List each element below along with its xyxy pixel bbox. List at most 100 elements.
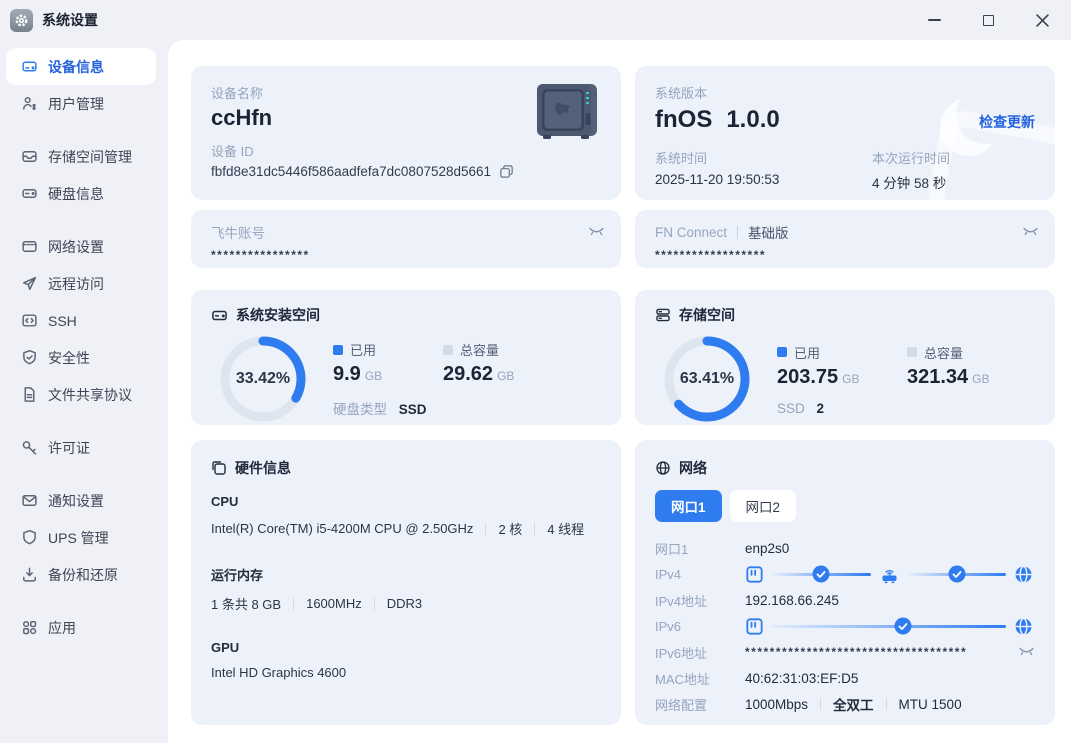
nas-node-icon [745,565,764,584]
window-controls [921,7,1059,33]
ssd-count-value: 2 [817,401,825,416]
copy-device-id-button[interactable] [499,164,514,179]
sidebar-item-user-management[interactable]: 用户管理 [6,85,156,122]
sidebar-item-label: 硬盘信息 [48,184,104,204]
used-legend-swatch [777,347,787,357]
sidebar-item-storage-management[interactable]: 存储空间管理 [6,138,156,175]
sidebar-item-label: 远程访问 [48,274,104,294]
storage-space-icon [655,307,671,323]
gpu-model: Intel HD Graphics 4600 [211,665,346,680]
internet-globe-icon [1014,565,1033,584]
sidebar-item-label: UPS 管理 [48,528,109,548]
maximize-button[interactable] [975,7,1001,33]
window-title: 系统设置 [42,10,98,30]
storage-space-title: 存储空间 [679,305,735,325]
cpu-model: Intel(R) Core(TM) i5-4200M CPU @ 2.50GHz [211,521,473,536]
minimize-button[interactable] [921,7,947,33]
backup-download-icon [21,566,38,583]
system-time-label: 系统时间 [655,148,872,167]
file-sharing-icon [21,386,38,403]
sidebar-item-notification-settings[interactable]: 通知设置 [6,482,156,519]
tab-port-2[interactable]: 网口2 [730,490,797,522]
cpu-threads: 4 线程 [547,519,584,538]
sidebar-item-label: 通知设置 [48,491,104,511]
network-globe-icon [655,460,671,476]
nas-device-illustration [531,80,603,149]
hardware-info-icon [211,460,227,476]
used-label: 已用 [794,343,820,362]
used-value: 9.9 [333,363,361,385]
sidebar-item-label: SSH [48,313,77,329]
nas-node-icon [745,617,764,636]
router-icon [879,564,900,584]
feiniu-account-masked-value: **************** [211,248,605,262]
tab-port-1[interactable]: 网口1 [655,490,722,522]
duplex-mode: 全双工 [833,694,874,714]
sidebar-item-file-sharing[interactable]: 文件共享协议 [6,376,156,413]
used-unit: GB [365,369,382,383]
fn-connect-label: FN Connect [655,225,727,240]
ups-shield-icon [21,529,38,546]
connection-check-icon [813,566,830,583]
gpu-section: GPU Intel HD Graphics 4600 [211,640,601,680]
divider [737,226,738,239]
ssd-count-label: SSD [777,401,805,416]
memory-speed: 1600MHz [306,596,362,611]
sidebar-item-network-settings[interactable]: 网络设置 [6,228,156,265]
eye-closed-icon[interactable] [1018,646,1035,658]
fn-connect-card: FN Connect 基础版 ****************** [635,210,1055,268]
ipv4-label: IPv4 [655,567,745,582]
system-time-value: 2025-11-20 19:50:53 [655,172,872,187]
used-legend-swatch [333,345,343,355]
uptime-value: 4 分钟 58 秒 [872,172,950,192]
ipv6-address-masked-value: ************************************ [745,645,967,659]
system-version-card: 系统版本 fnOS 1.0.0 检查更新 系统时间 2025-11-20 19:… [635,66,1055,200]
mac-address-value: 40:62:31:03:EF:D5 [745,671,858,686]
disk-type-label: 硬盘类型 [333,402,387,417]
sidebar-item-label: 存储空间管理 [48,147,132,167]
license-key-icon [21,439,38,456]
memory-section: 运行内存 1 条共 8 GB 1600MHz DDR3 [211,565,601,613]
uptime-label: 本次运行时间 [872,148,950,167]
close-button[interactable] [1029,7,1055,33]
total-unit: GB [497,369,514,383]
sidebar-item-security[interactable]: 安全性 [6,339,156,376]
hardware-info-card: 硬件信息 CPU Intel(R) Core(TM) i5-4200M CPU … [191,440,621,725]
ipv6-connection-diagram [745,617,1035,636]
sidebar-item-license[interactable]: 许可证 [6,429,156,466]
applications-grid-icon [21,619,38,636]
connection-check-icon [948,566,965,583]
install-space-title: 系统安装空间 [236,305,320,325]
cpu-label: CPU [211,494,601,509]
network-title: 网络 [679,458,707,478]
sidebar-item-applications[interactable]: 应用 [6,609,156,646]
notification-mail-icon [21,492,38,509]
storage-space-donut-chart: 63.41% [663,335,751,423]
device-info-icon [21,58,38,75]
network-config-label: 网络配置 [655,695,745,714]
connection-check-icon [895,618,912,635]
eye-closed-icon[interactable] [1022,226,1039,238]
os-name: fnOS [655,106,712,134]
sidebar-item-remote-access[interactable]: 远程访问 [6,265,156,302]
app-gear-icon [10,9,33,32]
sidebar-item-backup-restore[interactable]: 备份和还原 [6,556,156,593]
ipv4-address-value: 192.168.66.245 [745,593,839,608]
sidebar-item-device-info[interactable]: 设备信息 [6,48,156,85]
storage-management-icon [21,148,38,165]
total-unit: GB [972,372,989,386]
total-legend-swatch [907,347,917,357]
main-content: 设备名称 ccHfn 设备 ID fbfd8e31dc5446f586aadfe… [168,40,1071,743]
titlebar: 系统设置 [0,0,1071,40]
device-name-card: 设备名称 ccHfn 设备 ID fbfd8e31dc5446f586aadfe… [191,66,621,200]
install-space-donut-chart: 33.42% [219,335,307,423]
feiniu-account-label: 飞牛账号 [211,222,265,242]
check-update-link[interactable]: 检查更新 [979,112,1035,132]
sidebar-item-disk-info[interactable]: 硬盘信息 [6,175,156,212]
eye-closed-icon[interactable] [588,226,605,238]
sidebar-item-label: 用户管理 [48,94,104,114]
fn-connect-edition: 基础版 [748,222,789,242]
sidebar-item-ups-management[interactable]: UPS 管理 [6,519,156,556]
sidebar-item-label: 许可证 [48,438,90,458]
sidebar-item-ssh[interactable]: SSH [6,302,156,339]
